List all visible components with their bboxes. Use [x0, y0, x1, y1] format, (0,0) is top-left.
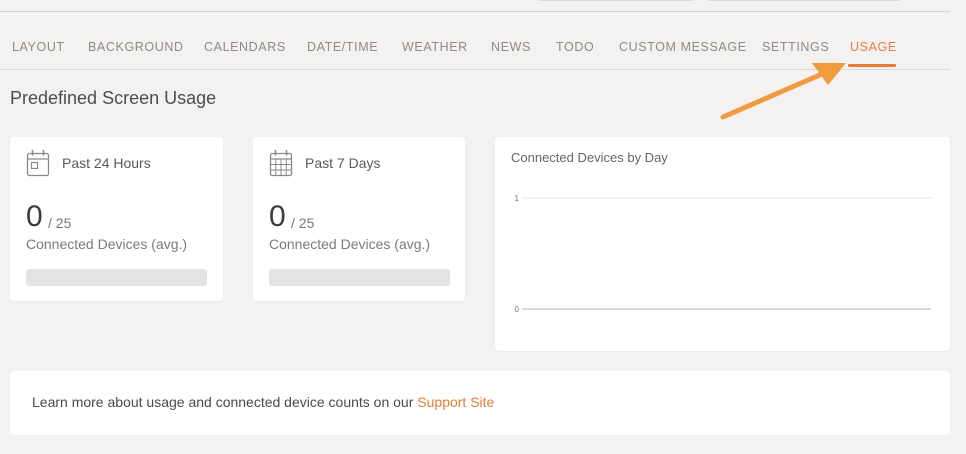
device-limit: / 25: [48, 215, 72, 231]
support-info-box: Learn more about usage and connected dev…: [10, 371, 950, 435]
card-title: Past 7 Days: [305, 155, 381, 171]
card-subtitle: Connected Devices (avg.): [26, 236, 188, 252]
top-strip: [0, 0, 966, 12]
tab-calendars[interactable]: CALENDARS: [204, 40, 286, 54]
top-divider: [0, 11, 950, 12]
tab-todo[interactable]: TODO: [556, 40, 594, 54]
tab-weather[interactable]: WEATHER: [402, 40, 468, 54]
tab-bar: LAYOUT BACKGROUND CALENDARS DATE/TIME WE…: [0, 36, 950, 70]
support-info-text: Learn more about usage and connected dev…: [32, 394, 494, 410]
connected-count: 0: [26, 200, 43, 233]
tab-news[interactable]: NEWS: [491, 40, 531, 54]
calendar-week-icon: [269, 149, 293, 177]
support-site-link[interactable]: Support Site: [417, 394, 494, 410]
tab-usage[interactable]: USAGE: [850, 40, 897, 54]
usage-card-24h: Past 24 Hours 0 / 25 Connected Devices (…: [10, 137, 223, 301]
chart-plot: 10: [515, 194, 931, 314]
usage-progress-bar: [26, 269, 207, 286]
usage-card-7d: Past 7 Days 0 / 25 Connected Devices (av…: [253, 137, 465, 301]
tab-background[interactable]: BACKGROUND: [88, 40, 184, 54]
top-dropdown-right[interactable]: [706, 0, 902, 1]
tab-date-time[interactable]: DATE/TIME: [307, 40, 378, 54]
tab-layout[interactable]: LAYOUT: [12, 40, 65, 54]
y-tick-label: 0: [515, 305, 520, 314]
support-info-message: Learn more about usage and connected dev…: [32, 394, 414, 410]
tab-settings[interactable]: SETTINGS: [762, 40, 829, 54]
connected-devices-chart: Connected Devices by Day 10: [495, 137, 950, 351]
active-tab-indicator: [848, 64, 896, 67]
usage-progress-bar: [269, 269, 450, 286]
y-tick-label: 1: [515, 194, 520, 203]
card-title: Past 24 Hours: [62, 155, 151, 171]
connected-count: 0: [269, 200, 286, 233]
card-subtitle: Connected Devices (avg.): [269, 236, 431, 252]
page-title: Predefined Screen Usage: [10, 88, 217, 108]
device-limit: / 25: [291, 215, 315, 231]
top-dropdown-left[interactable]: [537, 0, 695, 1]
tab-custom-message[interactable]: CUSTOM MESSAGE: [619, 40, 747, 54]
calendar-day-icon: [26, 149, 50, 177]
